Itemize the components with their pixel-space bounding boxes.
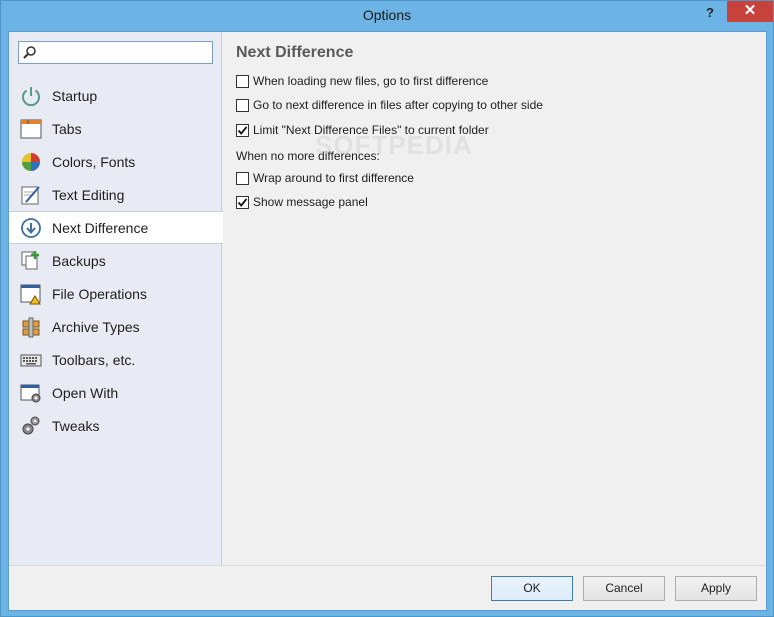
option-label: Wrap around to first difference [253,171,414,185]
checkbox-checked[interactable] [236,123,249,137]
checkbox[interactable] [236,171,249,185]
window-title: Options [362,7,412,23]
sidebar-item-toolbars[interactable]: Toolbars, etc. [9,343,222,376]
edit-document-icon [20,184,42,206]
search-input[interactable] [18,41,213,64]
sidebar-item-backups[interactable]: Backups [9,244,222,277]
sidebar-item-label: Startup [52,87,98,104]
sidebar-item-label: Next Difference [52,219,149,236]
tabs-icon [20,118,42,140]
checkbox[interactable] [236,98,249,112]
down-arrow-circle-icon [20,217,42,239]
sidebar-item-colors-fonts[interactable]: Colors, Fonts [9,145,222,178]
close-button[interactable]: ✕ [727,1,773,22]
option-next-difference-after-copy[interactable]: Go to next difference in files after cop… [236,96,543,114]
settings-panel: Next Difference When loading new files, … [223,32,766,565]
sidebar-item-label: File Operations [52,285,147,302]
sidebar-item-file-operations[interactable]: File Operations [9,277,222,310]
option-label: Show message panel [253,195,368,209]
dialog-client-area: Startup Tabs Colors, Fonts Text Editing … [8,31,767,611]
option-wrap-around[interactable]: Wrap around to first difference [236,169,414,187]
option-label: When loading new files, go to first diff… [253,74,489,88]
checkbox[interactable] [236,74,249,88]
option-label: Go to next difference in files after cop… [253,98,543,112]
checkmark-icon [237,197,248,207]
sidebar-item-tabs[interactable]: Tabs [9,112,222,145]
option-show-message-panel[interactable]: Show message panel [236,193,368,211]
power-icon [20,85,42,107]
apply-button[interactable]: Apply [675,576,757,601]
sidebar-item-label: Backups [52,252,106,269]
sidebar-item-label: Text Editing [52,186,125,203]
file-warning-icon [20,283,42,305]
sidebar-item-next-difference[interactable]: Next Difference [9,211,223,244]
window-gear-icon [20,382,42,404]
backup-icon [20,250,42,272]
sidebar-item-label: Colors, Fonts [52,153,136,170]
gears-icon [20,415,42,437]
sidebar-item-open-with[interactable]: Open With [9,376,222,409]
sidebar-nav: Startup Tabs Colors, Fonts Text Editing … [9,79,223,442]
checkmark-icon [237,125,248,135]
sidebar-item-label: Open With [52,384,119,401]
title-bar[interactable]: Options ? ✕ [1,1,773,31]
checkbox-checked[interactable] [236,195,249,209]
sidebar-item-text-editing[interactable]: Text Editing [9,178,222,211]
page-title: Next Difference [236,44,354,61]
cancel-button[interactable]: Cancel [583,576,665,601]
sidebar-item-label: Tabs [52,120,82,137]
keyboard-icon [20,349,42,371]
sidebar-item-label: Toolbars, etc. [52,351,136,368]
sidebar-item-tweaks[interactable]: Tweaks [9,409,222,442]
option-go-to-first-difference[interactable]: When loading new files, go to first diff… [236,72,488,90]
help-button[interactable]: ? [697,3,723,25]
dialog-footer: OK Cancel Apply [9,565,766,610]
sidebar-item-startup[interactable]: Startup [9,79,222,112]
sidebar-item-label: Archive Types [52,318,140,335]
search-icon [23,46,36,59]
sidebar: Startup Tabs Colors, Fonts Text Editing … [9,32,223,565]
watermark: SOFTPEDIA [315,130,473,160]
options-window: Options ? ✕ Startup Tabs Colors, Fonts T… [0,0,774,617]
sidebar-item-archive-types[interactable]: Archive Types [9,310,222,343]
sidebar-item-label: Tweaks [52,417,100,434]
palette-icon [20,151,42,173]
archive-icon [20,316,42,338]
ok-button[interactable]: OK [491,576,573,601]
